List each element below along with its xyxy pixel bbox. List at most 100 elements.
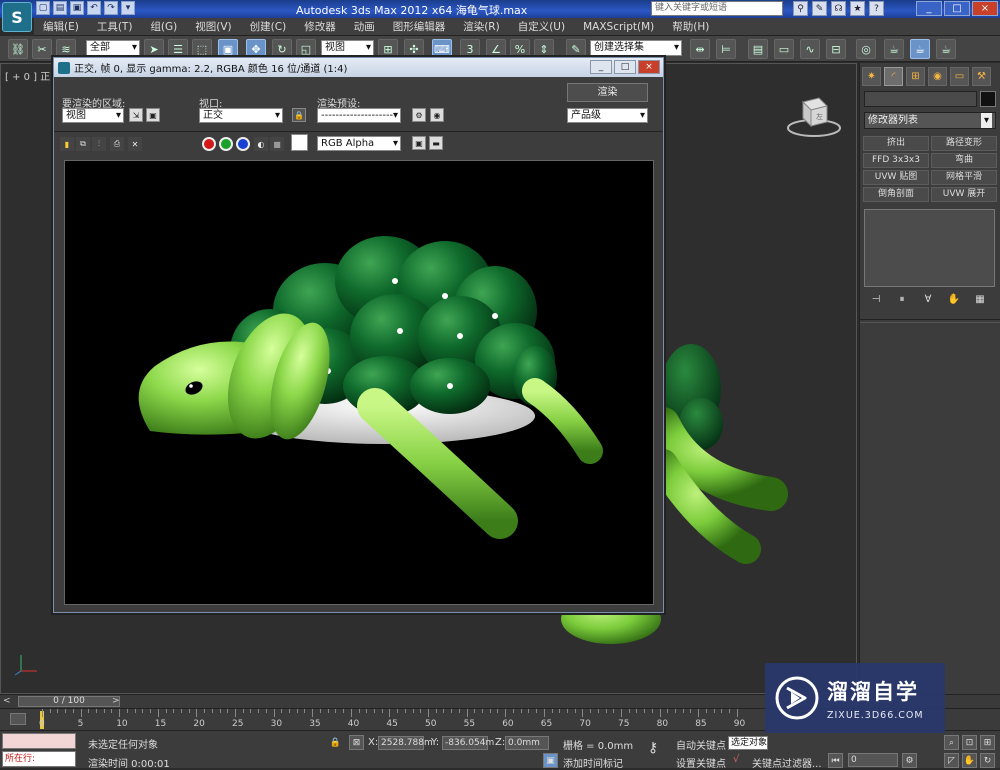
favorites-icon[interactable]: ★: [850, 1, 865, 16]
environment-effects-icon[interactable]: ◉: [430, 108, 444, 122]
menu-rendering[interactable]: 渲染(R): [454, 19, 509, 34]
modifier-stack[interactable]: [864, 209, 995, 287]
keyboard-shortcut-override-icon[interactable]: ⌨: [432, 39, 452, 59]
rendered-frame-window-icon[interactable]: ☕: [910, 39, 930, 59]
copy-image-icon[interactable]: ⧉: [76, 137, 90, 151]
bind-space-warp-icon[interactable]: ≋: [56, 39, 76, 59]
modifier-path-deform-button[interactable]: 路径变形: [931, 136, 997, 151]
configure-sets-icon[interactable]: ▦: [972, 294, 988, 308]
pan-view-icon[interactable]: ✋: [962, 753, 977, 768]
mini-curve-editor-icon[interactable]: [10, 713, 26, 725]
swatch-color[interactable]: [291, 134, 308, 151]
search-input[interactable]: 键入关键字或短语: [651, 1, 783, 16]
show-end-result-icon[interactable]: ⏸: [894, 294, 910, 308]
select-object-icon[interactable]: ➤: [144, 39, 164, 59]
object-color-swatch[interactable]: [980, 91, 996, 107]
menu-help[interactable]: 帮助(H): [663, 19, 718, 34]
render-button[interactable]: 渲染: [567, 83, 648, 102]
unlink-icon[interactable]: ✂: [32, 39, 52, 59]
auto-key-label[interactable]: 自动关键点: [676, 737, 726, 752]
z-coord-field[interactable]: 0.0mm: [505, 736, 549, 750]
select-rotate-icon[interactable]: ↻: [272, 39, 292, 59]
align-icon[interactable]: ⊨: [716, 39, 736, 59]
area-to-render-dropdown[interactable]: 视图: [62, 108, 124, 123]
schematic-view-icon[interactable]: ⊟: [826, 39, 846, 59]
menu-create[interactable]: 创建(C): [241, 19, 296, 34]
zoom-all-icon[interactable]: ⊡: [962, 735, 977, 750]
display-channel-dropdown[interactable]: RGB Alpha: [317, 136, 401, 151]
modify-tab-icon[interactable]: ◜: [884, 67, 903, 86]
select-by-name-icon[interactable]: ☰: [168, 39, 188, 59]
go-to-start-icon[interactable]: ⏮: [828, 753, 843, 768]
angle-snap-icon[interactable]: ∠: [486, 39, 506, 59]
key-icon[interactable]: ⚷: [648, 740, 658, 756]
hierarchy-tab-icon[interactable]: ⊞: [906, 67, 925, 86]
curve-editor-icon[interactable]: ∿: [800, 39, 820, 59]
new-file-icon[interactable]: ▢: [36, 1, 50, 15]
menu-views[interactable]: 视图(V): [186, 19, 240, 34]
menu-group[interactable]: 组(G): [141, 19, 186, 34]
zoom-icon[interactable]: ⌕: [944, 735, 959, 750]
display-tab-icon[interactable]: ▭: [950, 67, 969, 86]
alpha-channel-icon[interactable]: ◐: [254, 137, 268, 151]
modifier-uvw-map-button[interactable]: UVW 贴图: [863, 170, 929, 185]
utilities-tab-icon[interactable]: ⚒: [972, 67, 991, 86]
close-button[interactable]: ×: [972, 1, 998, 16]
minimize-button[interactable]: _: [916, 1, 942, 16]
modifier-unwrap-uvw-button[interactable]: UVW 展开: [931, 187, 997, 202]
reference-coordinate-dropdown[interactable]: 视图: [321, 40, 374, 56]
make-unique-icon[interactable]: ∀: [920, 294, 936, 308]
binoculars-icon[interactable]: ⚲: [793, 1, 808, 16]
clear-image-icon[interactable]: ✕: [128, 137, 142, 151]
render-preset-dropdown[interactable]: --------------------: [317, 108, 401, 123]
save-image-icon[interactable]: ▮: [60, 137, 74, 151]
pivot-center-icon[interactable]: ⊞: [378, 39, 398, 59]
key-mode-dropdown[interactable]: 选定对象: [728, 736, 768, 750]
snap-3d-icon[interactable]: 3: [460, 39, 480, 59]
maximize-button[interactable]: □: [944, 1, 970, 16]
modifier-meshsmooth-button[interactable]: 网格平滑: [931, 170, 997, 185]
current-frame-field[interactable]: 0: [848, 753, 898, 767]
clone-window-icon[interactable]: ⫶: [92, 137, 106, 151]
red-channel-toggle[interactable]: [202, 137, 216, 151]
menu-tools[interactable]: 工具(T): [88, 19, 142, 34]
graphite-ribbon-icon[interactable]: ▭: [774, 39, 794, 59]
orbit-icon[interactable]: ↻: [980, 753, 995, 768]
undo-icon[interactable]: ↶: [87, 1, 101, 15]
menu-customize[interactable]: 自定义(U): [509, 19, 574, 34]
save-file-icon[interactable]: ▣: [70, 1, 84, 15]
redo-icon[interactable]: ↷: [104, 1, 118, 15]
communication-icon[interactable]: ☊: [831, 1, 846, 16]
spinner-snap-icon[interactable]: ⇕: [534, 39, 554, 59]
menu-maxscript[interactable]: MAXScript(M): [574, 21, 663, 33]
maxscript-line-label[interactable]: 所在行:: [2, 751, 76, 767]
modifier-bend-button[interactable]: 弯曲: [931, 153, 997, 168]
selection-filter-dropdown[interactable]: 全部: [86, 40, 140, 56]
green-channel-toggle[interactable]: [219, 137, 233, 151]
field-of-view-icon[interactable]: ◸: [944, 753, 959, 768]
menu-modifiers[interactable]: 修改器: [295, 19, 345, 34]
toggle-ui-icon[interactable]: ▬: [429, 136, 443, 150]
link-icon[interactable]: ⛓: [8, 39, 28, 59]
mirror-icon[interactable]: ⇹: [690, 39, 710, 59]
selection-region-icon[interactable]: ⬚: [192, 39, 212, 59]
viewport-dropdown[interactable]: 正交: [199, 108, 283, 123]
menu-animation[interactable]: 动画: [345, 19, 384, 34]
time-slider-next-icon[interactable]: >: [112, 696, 120, 706]
open-file-icon[interactable]: ▤: [53, 1, 67, 15]
auto-region-icon[interactable]: ▣: [146, 108, 160, 122]
modifier-list-dropdown[interactable]: 修改器列表: [864, 112, 996, 129]
motion-tab-icon[interactable]: ◉: [928, 67, 947, 86]
monochrome-icon[interactable]: ■: [270, 137, 284, 151]
viewcube[interactable]: 左: [785, 94, 843, 138]
select-manipulate-icon[interactable]: ✣: [404, 39, 424, 59]
x-coord-field[interactable]: 2528.788m: [378, 736, 433, 750]
rw-close-button[interactable]: ×: [638, 60, 660, 74]
percent-snap-icon[interactable]: %: [510, 39, 530, 59]
render-setup-icon[interactable]: ⚙: [412, 108, 426, 122]
rw-maximize-button[interactable]: □: [614, 60, 636, 74]
create-tab-icon[interactable]: ✷: [862, 67, 881, 86]
time-config-icon[interactable]: ⚙: [902, 753, 917, 768]
y-coord-field[interactable]: -836.054m: [442, 736, 494, 750]
remove-modifier-icon[interactable]: ✋: [946, 294, 962, 308]
